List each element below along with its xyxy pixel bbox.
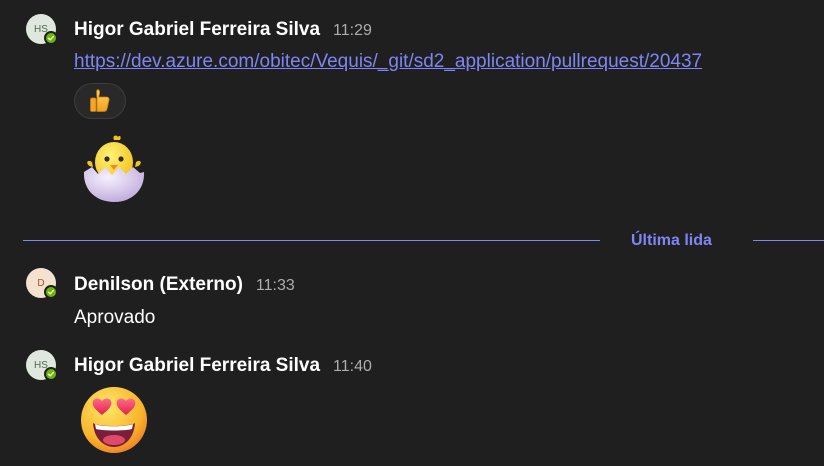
hatching-chick-sticker — [78, 132, 150, 211]
message-text: Aprovado — [74, 307, 156, 328]
last-read-label: Última lida — [631, 232, 712, 249]
pull-request-link[interactable]: https://dev.azure.com/obitec/Vequis/_git… — [74, 51, 702, 73]
avatar[interactable]: HS — [26, 350, 58, 381]
sender-name[interactable]: Higor Gabriel Ferreira Silva — [74, 19, 320, 41]
presence-available-icon — [44, 31, 58, 45]
message-timestamp: 11:33 — [255, 277, 295, 294]
avatar[interactable]: HS — [26, 14, 58, 45]
message-header: Higor Gabriel Ferreira Silva 11:29 — [74, 19, 372, 41]
avatar-initials: D — [37, 277, 45, 289]
sender-name[interactable]: Higor Gabriel Ferreira Silva — [74, 355, 320, 377]
heart-eyes-face-icon — [81, 387, 147, 453]
reaction-button[interactable] — [74, 83, 126, 119]
heart-eyes-sticker — [79, 385, 149, 460]
message-header: Higor Gabriel Ferreira Silva 11:40 — [74, 355, 372, 377]
last-read-divider-left — [23, 240, 600, 241]
thumbs-up-icon — [90, 89, 110, 112]
avatar[interactable]: D — [26, 268, 58, 299]
message-timestamp: 11:40 — [333, 358, 372, 375]
message-header: Denilson (Externo) 11:33 — [74, 274, 295, 296]
presence-available-icon — [44, 367, 58, 381]
hatching-chick-icon — [83, 135, 145, 202]
message-timestamp: 11:29 — [333, 22, 372, 39]
presence-available-icon — [44, 285, 58, 299]
sender-name[interactable]: Denilson (Externo) — [74, 274, 243, 296]
last-read-divider-right — [753, 240, 824, 241]
chat-thread: HS Higor Gabriel Ferreira Silva 11:29 ht… — [0, 0, 824, 466]
